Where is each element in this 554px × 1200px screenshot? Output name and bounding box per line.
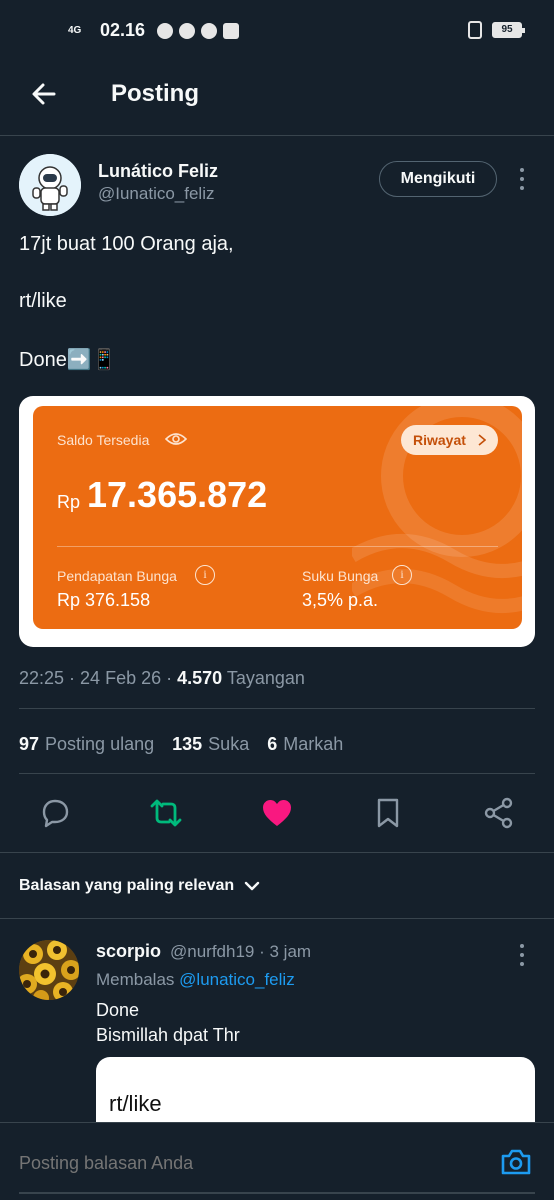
riwayat-label: Riwayat: [413, 432, 466, 448]
card-divider: [57, 546, 498, 547]
reply-text-line: Done: [96, 1000, 140, 1020]
post-timestamp: 22:25 · 24 Feb 26 · 4.570 Tayangan: [19, 668, 305, 688]
reply-author-meta: @nurfdh19 · 3 jam: [170, 942, 312, 961]
repost-icon[interactable]: [149, 796, 183, 830]
author-avatar[interactable]: [19, 154, 81, 216]
reply-text-line: Bismillah dpat Thr: [96, 1025, 240, 1045]
back-arrow-icon[interactable]: [28, 78, 60, 110]
bookmarks-stat[interactable]: 6 Markah: [267, 734, 343, 755]
chevron-down-icon: [245, 881, 260, 891]
interest-label: Pendapatan Bunga: [57, 568, 177, 584]
reply-author-name[interactable]: scorpio: [96, 941, 161, 962]
eye-icon: [165, 433, 187, 445]
bookmark-icon[interactable]: [371, 796, 405, 830]
replying-to-link[interactable]: @lunatico_feliz: [179, 970, 295, 989]
telegram-icon: [179, 22, 196, 39]
divider: [19, 773, 535, 774]
riwayat-button: Riwayat: [401, 425, 498, 455]
divider: [19, 708, 535, 709]
vibrate-icon: [468, 21, 482, 39]
gallery-icon: [223, 22, 240, 39]
whatsapp-icon: [157, 22, 174, 39]
reply-icon[interactable]: [38, 796, 72, 830]
chevron-right-icon: [478, 434, 486, 446]
status-bar: 4G 02.16 95: [0, 0, 554, 62]
share-icon[interactable]: [482, 796, 516, 830]
camera-icon[interactable]: [500, 1147, 532, 1177]
rate-value: 3,5% p.a.: [302, 590, 379, 610]
bottom-divider: [19, 1192, 535, 1200]
balance-amount: 17.365.872: [87, 474, 268, 515]
network-indicator: 4G: [68, 25, 82, 36]
astronaut-avatar-image: [19, 154, 81, 216]
views-label: Tayangan: [226, 668, 305, 688]
reply-image-text: rt/like: [109, 1091, 162, 1116]
page-title: Posting: [111, 80, 199, 107]
reply-sort-label: Balasan yang paling relevan: [19, 877, 235, 894]
battery-icon: 95: [492, 22, 525, 38]
reply-time: 3 jam: [269, 942, 312, 961]
reply-sort-dropdown[interactable]: Balasan yang paling relevan: [19, 877, 260, 895]
post-image[interactable]: Saldo Tersedia Riwayat Rp 17.365.872 Pen…: [19, 396, 535, 647]
top-app-bar: Posting: [0, 62, 554, 136]
reply-author-handle[interactable]: @nurfdh19: [170, 942, 254, 961]
post-actions-bar: [0, 796, 554, 832]
sunflower-avatar-image: [19, 940, 79, 1000]
following-button[interactable]: Mengikuti: [379, 161, 497, 197]
post-text-line: 17jt buat 100 Orang aja,: [19, 233, 234, 255]
balance-card: Saldo Tersedia Riwayat Rp 17.365.872 Pen…: [33, 406, 522, 629]
currency-label: Rp: [57, 492, 81, 512]
info-icon: i: [195, 565, 215, 585]
reply-avatar[interactable]: [19, 940, 79, 1000]
author-handle[interactable]: @Iunatico_feliz: [98, 184, 215, 204]
reply-more-options-icon[interactable]: [519, 944, 525, 966]
reply-input[interactable]: [19, 1153, 479, 1174]
divider: [0, 918, 554, 919]
author-name[interactable]: Lunático Feliz: [98, 161, 218, 182]
rate-label: Suku Bunga: [302, 568, 379, 584]
replying-prefix: Membalas: [96, 970, 175, 989]
status-time: 02.16: [100, 20, 146, 40]
views-count: 4.570: [177, 668, 223, 688]
replying-to: Membalas @lunatico_feliz: [96, 970, 295, 990]
post-more-options-icon[interactable]: [519, 168, 525, 190]
saldo-label: Saldo Tersedia: [57, 432, 150, 448]
post-text-line: Done➡️📱: [19, 349, 117, 371]
like-icon[interactable]: [260, 796, 294, 830]
post-time: 22:25: [19, 668, 65, 688]
interest-value: Rp 376.158: [57, 590, 151, 610]
info-icon: i: [392, 565, 412, 585]
divider: [0, 852, 554, 853]
twitter-icon: [201, 22, 218, 39]
engagement-stats: 97 Posting ulang 135 Suka 6 Markah: [19, 734, 343, 755]
reposts-stat[interactable]: 97 Posting ulang: [19, 734, 154, 755]
reply-compose-bar: [0, 1122, 554, 1200]
post-date: 24 Feb 26: [80, 668, 162, 688]
likes-stat[interactable]: 135 Suka: [172, 734, 249, 755]
post-text-line: rt/like: [19, 290, 67, 312]
